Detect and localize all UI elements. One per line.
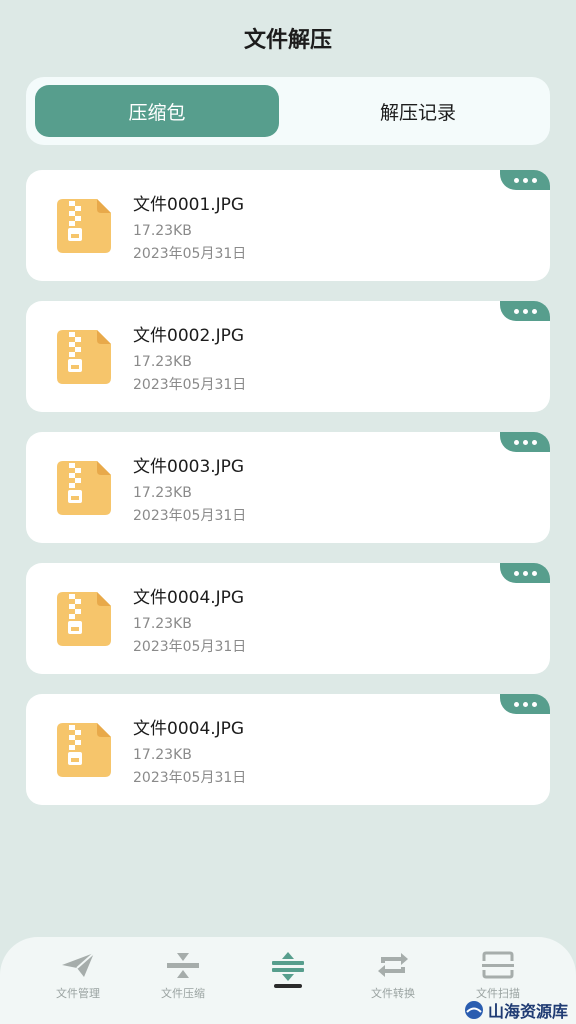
file-size: 17.23KB — [133, 616, 192, 632]
file-name: 文件0002.JPG — [133, 326, 245, 346]
dot — [513, 177, 519, 183]
tab-extract-history[interactable]: 解压记录 — [296, 85, 540, 137]
file-card[interactable]: 文件0002.JPG 17.23KB 2023年05月31日 — [26, 301, 550, 412]
nav-label: 文件管理 — [56, 987, 100, 1000]
convert-icon — [378, 953, 408, 977]
extract-icon — [272, 952, 304, 988]
tab-archives[interactable]: 压缩包 — [35, 85, 279, 137]
file-card[interactable]: 文件0003.JPG 17.23KB 2023年05月31日 — [26, 432, 550, 543]
file-date: 2023年05月31日 — [133, 508, 247, 524]
send-icon — [62, 952, 95, 977]
dot — [531, 570, 537, 576]
more-options-button[interactable] — [500, 301, 550, 321]
scan-icon — [482, 951, 514, 979]
dot — [531, 701, 537, 707]
watermark-text: 山海资源库 — [487, 1002, 568, 1021]
nav-label: 文件转换 — [371, 987, 415, 1000]
dot — [531, 177, 537, 183]
file-card[interactable]: 文件0004.JPG 17.23KB 2023年05月31日 — [26, 694, 550, 805]
dot — [522, 177, 528, 183]
file-size: 17.23KB — [133, 485, 192, 501]
zip-file-icon — [57, 199, 111, 253]
file-card[interactable]: 文件0001.JPG 17.23KB 2023年05月31日 — [26, 170, 550, 281]
dot — [522, 308, 528, 314]
nav-file-manage[interactable]: 文件管理 — [28, 951, 128, 1001]
zip-file-icon — [57, 723, 111, 777]
file-name: 文件0001.JPG — [133, 195, 245, 215]
more-options-button[interactable] — [500, 694, 550, 714]
file-name: 文件0003.JPG — [133, 457, 245, 477]
tab-switcher: 压缩包 解压记录 — [26, 77, 550, 145]
file-size: 17.23KB — [133, 747, 192, 763]
page-title: 文件解压 — [243, 28, 332, 53]
file-name: 文件0004.JPG — [133, 588, 245, 608]
dot — [522, 439, 528, 445]
nav-file-extract[interactable] — [238, 951, 338, 989]
file-size: 17.23KB — [133, 354, 192, 370]
more-options-button[interactable] — [500, 432, 550, 452]
dot — [531, 439, 537, 445]
dot — [513, 308, 519, 314]
file-date: 2023年05月31日 — [133, 377, 247, 393]
watermark: 山海资源库 — [464, 998, 568, 1022]
zip-file-icon — [57, 461, 111, 515]
file-size: 17.23KB — [133, 223, 192, 239]
file-date: 2023年05月31日 — [133, 246, 247, 262]
zip-file-icon — [57, 330, 111, 384]
compress-icon — [167, 953, 199, 978]
file-name: 文件0004.JPG — [133, 719, 245, 739]
zip-file-icon — [57, 592, 111, 646]
file-date: 2023年05月31日 — [133, 770, 247, 786]
file-list: 文件0001.JPG 17.23KB 2023年05月31日 文件0002.JP… — [26, 170, 550, 825]
file-date: 2023年05月31日 — [133, 639, 247, 655]
dot — [522, 701, 528, 707]
more-options-button[interactable] — [500, 170, 550, 190]
watermark-logo-icon — [464, 1001, 483, 1019]
dot — [513, 439, 519, 445]
dot — [531, 308, 537, 314]
nav-file-convert[interactable]: 文件转换 — [343, 951, 443, 1001]
dot — [522, 570, 528, 576]
dot — [513, 701, 519, 707]
nav-file-compress[interactable]: 文件压缩 — [133, 951, 233, 1001]
file-card[interactable]: 文件0004.JPG 17.23KB 2023年05月31日 — [26, 563, 550, 674]
nav-file-scan[interactable]: 文件扫描 — [448, 951, 548, 1001]
more-options-button[interactable] — [500, 563, 550, 583]
nav-label: 文件压缩 — [161, 987, 205, 1000]
dot — [513, 570, 519, 576]
